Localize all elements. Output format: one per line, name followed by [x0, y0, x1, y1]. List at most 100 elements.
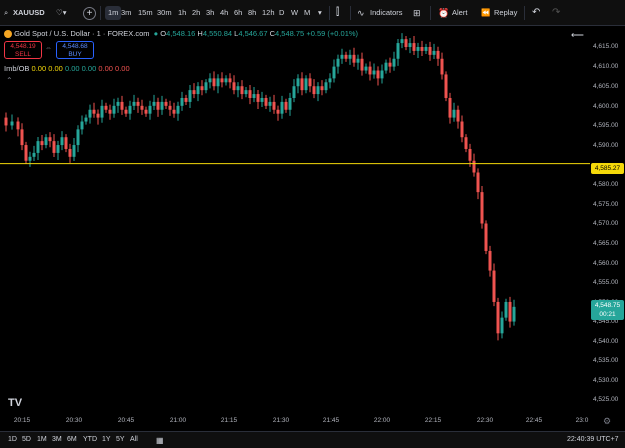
candle-body: [128, 105, 132, 114]
candle-body: [92, 109, 96, 114]
candles-group: [4, 33, 516, 341]
candle-body: [324, 82, 328, 91]
candle-body: [440, 58, 444, 75]
timeframe-d[interactable]: D: [279, 6, 284, 20]
candle-body: [48, 137, 52, 142]
current-price-tag[interactable]: 4,548.75 00:21: [591, 300, 624, 320]
alert-clock-icon[interactable]: ⏰: [438, 6, 449, 20]
timeframe-1h[interactable]: 1h: [178, 6, 186, 20]
candle-body: [76, 129, 80, 146]
axis-settings-gear-icon[interactable]: ⚙: [603, 416, 611, 427]
time-axis-label: 22:45: [525, 417, 543, 424]
replay-button[interactable]: Replay: [494, 6, 517, 20]
timeframe-w[interactable]: W: [291, 6, 298, 20]
indicator-name: Imb/OB: [4, 64, 30, 73]
candle-body: [248, 90, 252, 98]
sell-price: 4,548.19: [10, 43, 36, 50]
price-chart[interactable]: TV: [0, 26, 590, 411]
candle-body: [304, 78, 308, 91]
candle-body: [160, 101, 164, 110]
compare-add-icon[interactable]: +: [83, 7, 96, 20]
timeframe-1m[interactable]: 1m: [105, 6, 122, 20]
buy-price: 4,548.68: [62, 43, 88, 50]
range-5d[interactable]: 5D: [22, 436, 31, 443]
candle-body: [412, 43, 416, 51]
range-6m[interactable]: 6M: [67, 436, 77, 443]
candle-body: [256, 94, 260, 102]
range-1y[interactable]: 1Y: [102, 436, 111, 443]
candle-body: [28, 156, 32, 161]
candle-body: [280, 101, 284, 114]
time-axis-label: 23:0: [575, 417, 589, 424]
range-3m[interactable]: 3M: [52, 436, 62, 443]
timeframe-12h[interactable]: 12h: [262, 6, 275, 20]
legend-change: +0.59 (+0.01%): [306, 29, 359, 38]
buy-button[interactable]: 4,548.68 BUY: [56, 41, 94, 59]
timeframe-m[interactable]: M: [304, 6, 310, 20]
timeframe-3m[interactable]: 3m: [121, 6, 131, 20]
collapse-legend-icon[interactable]: ⌃: [6, 76, 13, 85]
price-axis-label: 4,600.00: [593, 103, 619, 110]
symbol-options-icon[interactable]: ♡▾: [56, 6, 67, 20]
indicator-value-3: 0.00: [64, 64, 80, 73]
timeframe-dropdown-icon[interactable]: ▾: [318, 6, 322, 20]
candle-body: [460, 121, 464, 138]
candle-body: [444, 74, 448, 98]
replay-icon[interactable]: ⏪: [481, 6, 490, 20]
candle-body: [136, 101, 140, 106]
range-5y[interactable]: 5Y: [116, 436, 125, 443]
clock-timezone[interactable]: 22:40:39 UTC+7: [567, 436, 619, 443]
symbol-search[interactable]: XAUUSD: [13, 6, 45, 20]
candle-body: [252, 94, 256, 98]
range-1d[interactable]: 1D: [8, 436, 17, 443]
candle-body: [360, 58, 364, 71]
candle-body: [372, 70, 376, 75]
candle-body: [240, 86, 244, 95]
indicator-legend[interactable]: Imb/OB 0.00 0.00 0.00 0.00 0.00 0.00: [4, 64, 130, 73]
range-all[interactable]: All: [130, 436, 138, 443]
candle-body: [4, 117, 8, 126]
price-axis[interactable]: 4,615.00 4,610.00 4,605.00 4,600.00 4,595.00…: [590, 26, 625, 411]
candle-body: [72, 145, 76, 157]
time-axis[interactable]: 20:15 20:30 20:45 21:00 21:15 21:30 21:45 22:00…: [0, 411, 590, 431]
candle-body: [456, 109, 460, 122]
timeframe-4h[interactable]: 4h: [220, 6, 228, 20]
candle-body: [164, 101, 168, 106]
candle-body: [200, 86, 204, 91]
candle-body: [344, 54, 348, 59]
horizontal-line-price-tag[interactable]: 4,585.27: [591, 163, 624, 174]
candle-body: [140, 105, 144, 110]
indicator-value-1: 0.00: [31, 64, 47, 73]
timeframe-15m[interactable]: 15m: [138, 6, 153, 20]
undo-icon[interactable]: ↶: [532, 6, 540, 20]
timeframe-6h[interactable]: 6h: [234, 6, 242, 20]
indicators-icon[interactable]: ∿: [357, 6, 365, 20]
search-icon[interactable]: ⌕: [4, 6, 8, 20]
redo-icon[interactable]: ↷: [552, 6, 560, 20]
candle-body: [216, 78, 220, 87]
timeframe-8h[interactable]: 8h: [248, 6, 256, 20]
timeframe-3h[interactable]: 3h: [206, 6, 214, 20]
indicators-button[interactable]: Indicators: [370, 6, 403, 20]
price-axis-label: 4,575.00: [593, 201, 619, 208]
range-ytd[interactable]: YTD: [83, 436, 97, 443]
layout-templates-icon[interactable]: ⊞: [413, 6, 421, 20]
candle-body: [312, 86, 316, 95]
candle-body: [500, 317, 504, 334]
candle-body: [112, 105, 116, 114]
timeframe-2h[interactable]: 2h: [192, 6, 200, 20]
alert-button[interactable]: Alert: [452, 6, 467, 20]
sell-button[interactable]: 4,548.19 SELL: [4, 41, 42, 59]
candle-body: [296, 78, 300, 87]
date-range-calendar-icon[interactable]: ▦: [156, 436, 164, 445]
indicator-value-6: 0.00: [115, 64, 130, 73]
timeframe-30m[interactable]: 30m: [157, 6, 172, 20]
candle-body: [16, 121, 20, 130]
legend-title[interactable]: Gold Spot / U.S. Dollar · 1 · FOREX.com: [14, 29, 149, 38]
candle-body: [496, 301, 500, 334]
candle-body: [428, 47, 432, 55]
candle-body: [264, 97, 268, 106]
range-1m[interactable]: 1M: [37, 436, 47, 443]
candle-type-icon[interactable]: ⫿: [336, 6, 339, 20]
candle-body: [276, 109, 280, 114]
